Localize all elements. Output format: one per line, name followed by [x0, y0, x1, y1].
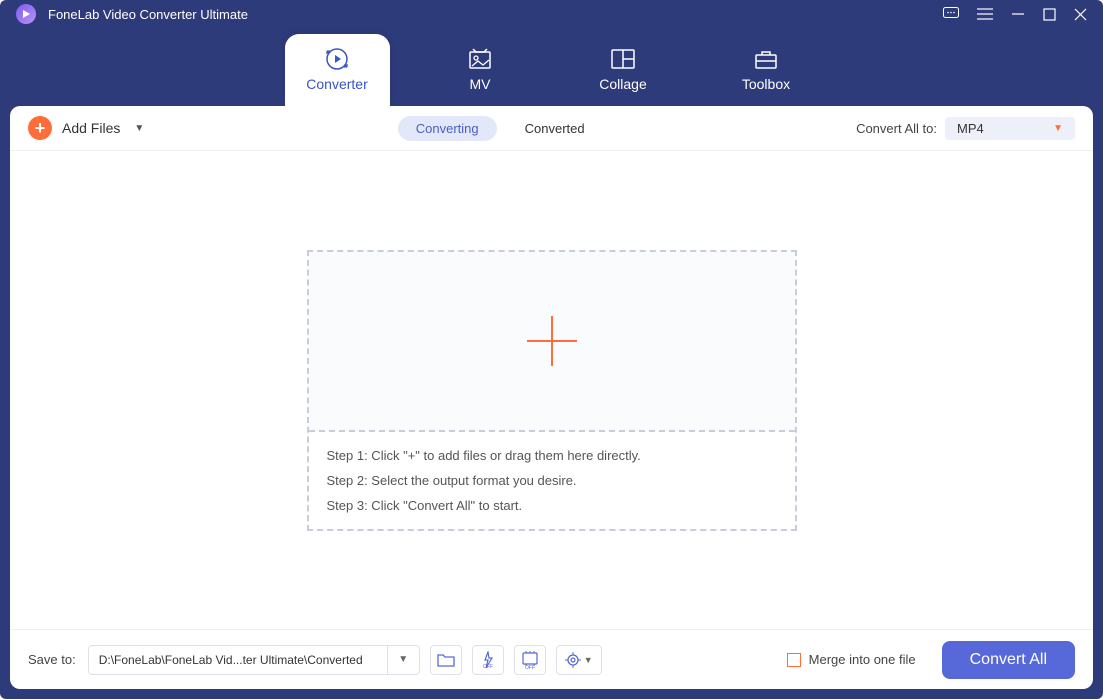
plus-icon: + [28, 116, 52, 140]
tab-label: Collage [599, 76, 646, 92]
tab-mv[interactable]: MV [428, 34, 533, 106]
close-icon[interactable] [1074, 8, 1087, 21]
main-tabs: Converter MV Collage Toolbox [0, 28, 1103, 106]
dropzone-add-area[interactable] [309, 252, 795, 432]
save-to-label: Save to: [28, 652, 76, 667]
menu-icon[interactable] [977, 8, 993, 20]
merge-label: Merge into one file [809, 652, 916, 667]
add-files-label: Add Files [62, 120, 120, 136]
content-area: + Add Files ▼ Converting Converted Conve… [10, 106, 1093, 689]
checkbox-icon [787, 653, 801, 667]
tab-converting[interactable]: Converting [398, 116, 497, 141]
hardware-accel-button[interactable]: OFF [472, 645, 504, 675]
chevron-down-icon: ▼ [1053, 123, 1063, 134]
toolbar: + Add Files ▼ Converting Converted Conve… [10, 106, 1093, 151]
convert-all-to-label: Convert All to: [856, 121, 937, 136]
app-logo-icon [16, 4, 36, 24]
format-value: MP4 [957, 121, 984, 136]
mv-icon [467, 48, 493, 70]
plus-large-icon [527, 316, 577, 366]
save-path-box: ▼ [88, 645, 420, 675]
tab-label: Converter [306, 76, 367, 92]
step-text: Step 3: Click "Convert All" to start. [327, 498, 777, 513]
settings-button[interactable]: ▼ [556, 645, 602, 675]
tab-converted[interactable]: Converted [507, 116, 603, 141]
tab-label: MV [470, 76, 491, 92]
app-title: FoneLab Video Converter Ultimate [48, 7, 248, 22]
convert-all-button[interactable]: Convert All [942, 641, 1075, 679]
converter-icon [324, 48, 350, 70]
browse-folder-button[interactable] [430, 645, 462, 675]
save-path-dropdown[interactable]: ▼ [388, 645, 420, 675]
window-controls [943, 7, 1087, 21]
tab-collage[interactable]: Collage [571, 34, 676, 106]
svg-text:OFF: OFF [525, 665, 535, 669]
instructions: Step 1: Click "+" to add files or drag t… [309, 432, 795, 529]
titlebar: FoneLab Video Converter Ultimate [0, 0, 1103, 28]
chevron-down-icon: ▼ [134, 123, 144, 134]
minimize-icon[interactable] [1011, 7, 1025, 21]
app-window: FoneLab Video Converter Ultimate Convert… [0, 0, 1103, 699]
tab-converter[interactable]: Converter [285, 34, 390, 106]
format-dropdown[interactable]: MP4 ▼ [945, 117, 1075, 140]
toolbox-icon [753, 48, 779, 70]
save-path-input[interactable] [88, 645, 388, 675]
merge-checkbox[interactable]: Merge into one file [787, 652, 916, 667]
step-text: Step 2: Select the output format you des… [327, 473, 777, 488]
bottom-bar: Save to: ▼ OFF OFF ▼ Merge into one file [10, 629, 1093, 689]
gpu-accel-button[interactable]: OFF [514, 645, 546, 675]
tab-label: Toolbox [742, 76, 790, 92]
feedback-icon[interactable] [943, 7, 959, 21]
tab-toolbox[interactable]: Toolbox [714, 34, 819, 106]
collage-icon [610, 48, 636, 70]
svg-text:OFF: OFF [483, 664, 493, 669]
chevron-down-icon: ▼ [584, 655, 593, 665]
main-area: Step 1: Click "+" to add files or drag t… [10, 151, 1093, 629]
dropzone: Step 1: Click "+" to add files or drag t… [307, 250, 797, 531]
add-files-button[interactable]: + Add Files ▼ [28, 116, 144, 140]
step-text: Step 1: Click "+" to add files or drag t… [327, 448, 777, 463]
maximize-icon[interactable] [1043, 8, 1056, 21]
